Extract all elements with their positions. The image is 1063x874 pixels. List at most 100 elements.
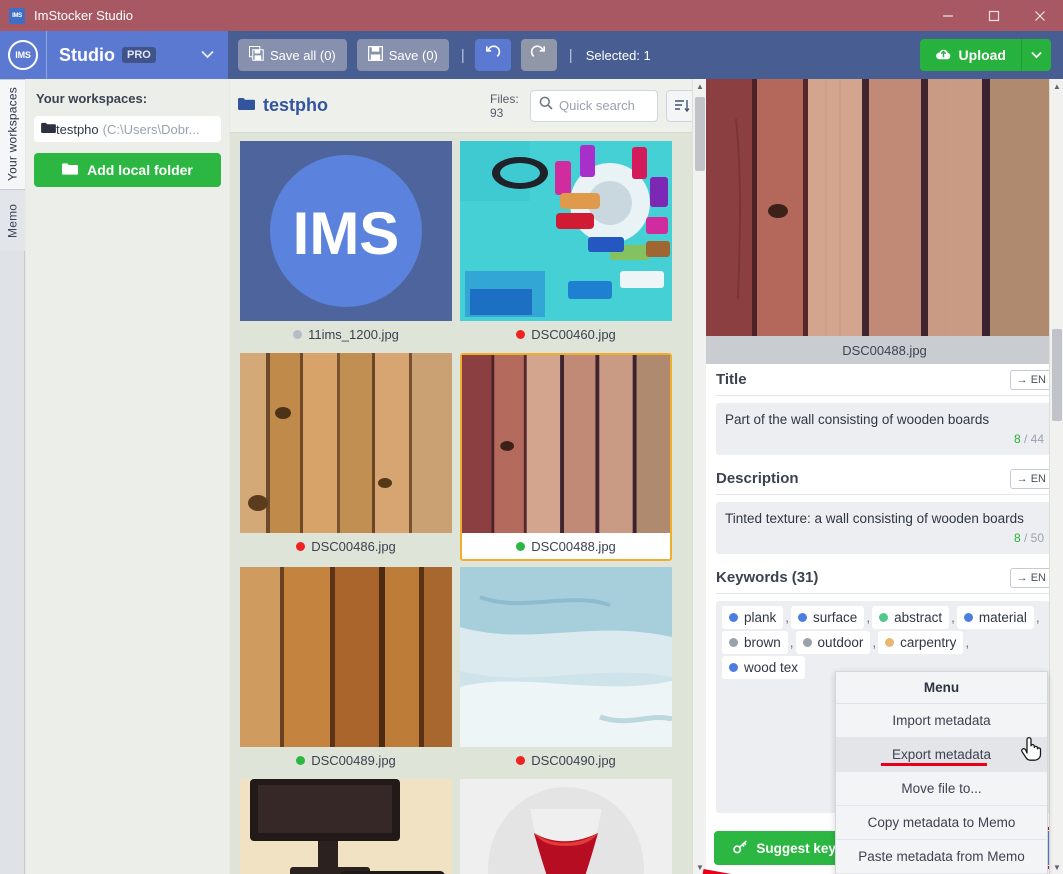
keyword-chip[interactable]: wood tex — [722, 656, 806, 679]
thumbnail-item[interactable]: DSC00490.jpg — [460, 567, 672, 773]
menu-item-move-file-to[interactable]: Move file to... — [836, 772, 1047, 806]
thumbnail-label: DSC00488.jpg — [462, 533, 670, 559]
thumbnail-item-selected[interactable]: DSC00488.jpg — [460, 353, 672, 561]
thumbnail-item[interactable]: DSC00486.jpg — [240, 353, 452, 561]
scroll-up-arrow-icon[interactable]: ▲ — [693, 79, 707, 93]
files-count: Files: 93 — [490, 92, 524, 120]
keyword-chip[interactable]: abstract — [872, 606, 950, 629]
close-icon[interactable] — [1017, 0, 1063, 31]
description-lang-button[interactable]: → EN — [1009, 468, 1053, 489]
minimize-icon[interactable] — [925, 0, 971, 31]
keyword-separator: , — [789, 635, 794, 650]
thumbnail-filename: DSC00460.jpg — [531, 326, 616, 342]
undo-icon — [484, 45, 501, 65]
keyword-dot — [729, 663, 738, 672]
keywords-lang-button[interactable]: → EN — [1009, 567, 1053, 588]
status-dot — [516, 329, 526, 339]
save-all-button[interactable]: Save all (0) — [238, 39, 347, 71]
folder-open-icon — [62, 162, 79, 179]
thumbnail-label: 11ims_1200.jpg — [240, 321, 452, 347]
thumbnail-filename: DSC00490.jpg — [531, 752, 616, 768]
add-local-folder-button[interactable]: Add local folder — [34, 153, 221, 187]
thumbnail-item[interactable]: DSC00489.jpg — [240, 567, 452, 773]
upload-button[interactable]: Upload — [919, 39, 1021, 71]
preview-file-name: DSC00488.jpg — [706, 336, 1063, 364]
context-menu: Menu Import metadata Export metadata Mov… — [835, 671, 1048, 874]
upload-dropdown-button[interactable] — [1021, 39, 1051, 71]
keyword-dot — [729, 638, 738, 647]
ims-logo-icon: IMS — [8, 40, 38, 70]
workspace-name: testpho — [56, 121, 99, 137]
keywords-field-header: Keywords (31) → EN — [716, 562, 1053, 594]
export-metadata-highlight-underline — [881, 763, 987, 766]
thumbnail-label: DSC00489.jpg — [240, 747, 452, 773]
keyword-text: brown — [744, 635, 781, 650]
brand-area[interactable]: IMS Studio PRO — [0, 31, 228, 79]
detail-scrollbar-thumb[interactable] — [1052, 329, 1062, 421]
redo-button[interactable] — [520, 39, 557, 71]
cloud-upload-icon — [935, 47, 952, 64]
keyword-chip[interactable]: material — [956, 606, 1034, 629]
description-counter: 8 / 50 — [1013, 531, 1044, 545]
thumbnail-filename: 11ims_1200.jpg — [308, 326, 399, 342]
rail-tab-memo[interactable]: Memo — [0, 189, 25, 251]
keyword-separator: , — [1035, 610, 1040, 625]
brand-divider — [46, 31, 47, 79]
workspace-item-testpho[interactable]: testpho (C:\Users\Dobr... — [34, 116, 221, 142]
thumbnail-item[interactable]: DSC00460.jpg — [460, 141, 672, 347]
detail-scrollbar[interactable]: ▲ ▼ — [1049, 79, 1063, 874]
thumbnail-filename: DSC00488.jpg — [531, 538, 616, 554]
selected-count-label: Selected: 1 — [585, 47, 651, 63]
thumbnail-item[interactable] — [240, 779, 452, 874]
magic-key-icon — [733, 839, 749, 857]
keyword-text: surface — [813, 610, 858, 625]
keyword-chip[interactable]: outdoor — [795, 631, 871, 654]
scroll-up-arrow-icon[interactable]: ▲ — [1050, 79, 1063, 93]
title-field-header: Title → EN — [716, 364, 1053, 396]
save-label: Save (0) — [388, 47, 438, 63]
description-input[interactable]: Tinted texture: a wall consisting of woo… — [716, 502, 1053, 554]
undo-button[interactable] — [474, 39, 511, 71]
menu-item-import-metadata[interactable]: Import metadata — [836, 704, 1047, 738]
keyword-separator: , — [951, 610, 955, 625]
title-lang-button[interactable]: → EN — [1009, 369, 1053, 390]
thumbnail-item[interactable]: IMS 11ims_1200.jpg — [240, 141, 452, 347]
title-input[interactable]: Part of the wall consisting of wooden bo… — [716, 403, 1053, 455]
sort-descending-icon — [675, 99, 690, 112]
grid-scrollbar[interactable]: ▲ ▼ — [692, 79, 706, 874]
grid-scrollbar-thumb[interactable] — [695, 97, 705, 171]
quick-search-box[interactable] — [530, 89, 658, 122]
chevron-down-icon[interactable] — [201, 48, 214, 62]
thumbnail-image — [240, 353, 452, 533]
maximize-icon[interactable] — [971, 0, 1017, 31]
app-logo-icon: IMS — [9, 7, 25, 24]
thumbnail-image — [240, 779, 452, 874]
save-button[interactable]: Save (0) — [356, 39, 449, 71]
rail-tab-workspaces[interactable]: Your workspaces — [0, 79, 25, 189]
menu-item-export-metadata[interactable]: Export metadata — [836, 738, 1047, 772]
keyword-chip[interactable]: brown — [722, 631, 788, 654]
thumbnail-list: IMS 11ims_1200.jpg DSC00460.jpg DSC00486… — [230, 133, 706, 874]
menu-item-paste-metadata-from-memo[interactable]: Paste metadata from Memo — [836, 840, 1047, 874]
search-input[interactable] — [559, 98, 651, 113]
thumbnail-item[interactable] — [460, 779, 672, 874]
keyword-text: material — [978, 610, 1027, 625]
side-rail: Your workspaces Memo — [0, 79, 25, 874]
keyword-chip[interactable]: carpentry — [878, 631, 964, 654]
keyword-text: wood tex — [744, 660, 799, 675]
save-all-label: Save all (0) — [270, 47, 336, 63]
scroll-down-arrow-icon[interactable]: ▼ — [693, 860, 707, 874]
description-word-count: 8 — [1013, 531, 1021, 545]
save-all-icon — [248, 45, 264, 64]
keywords-label: Keywords — [716, 569, 788, 586]
thumbnail-label: DSC00490.jpg — [460, 747, 672, 773]
thumbnail-label: DSC00460.jpg — [460, 321, 672, 347]
svg-text:IMS: IMS — [293, 200, 400, 267]
search-icon — [539, 96, 553, 115]
description-max-words: 50 — [1030, 531, 1044, 545]
keyword-chip[interactable]: plank — [722, 606, 784, 629]
scroll-down-arrow-icon[interactable]: ▼ — [1050, 860, 1063, 874]
keyword-separator: , — [866, 610, 871, 625]
menu-item-copy-metadata-to-memo[interactable]: Copy metadata to Memo — [836, 806, 1047, 840]
keyword-chip[interactable]: surface — [791, 606, 865, 629]
